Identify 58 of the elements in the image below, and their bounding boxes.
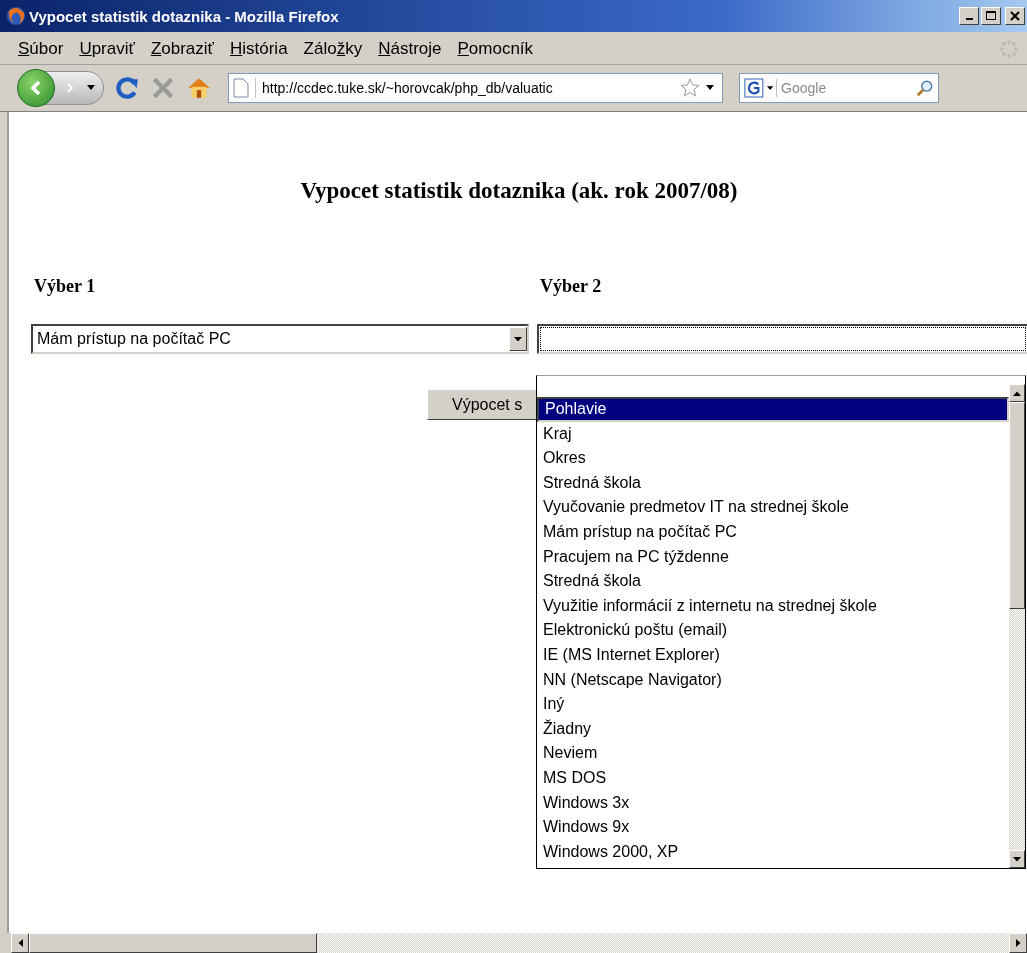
selection-label: Výber 1 bbox=[34, 276, 97, 298]
reload-icon[interactable] bbox=[114, 75, 140, 101]
dropdown-option[interactable]: Windows 9x bbox=[537, 815, 1009, 840]
menu-item[interactable]: Pomocník bbox=[449, 36, 542, 61]
dropdown-option[interactable]: Neviem bbox=[537, 741, 1009, 766]
back-button[interactable] bbox=[17, 69, 55, 107]
dropdown-option[interactable]: Iný bbox=[537, 692, 1009, 717]
address-field[interactable]: http://ccdec.tuke.sk/~horovcak/php_db/valuatic bbox=[228, 73, 723, 103]
dropdown-option[interactable]: Stredná škola bbox=[537, 569, 1009, 594]
menu-item[interactable]: Nástroje bbox=[370, 36, 450, 61]
dropdown-option[interactable]: Windows 3x bbox=[537, 790, 1009, 816]
search-icon[interactable] bbox=[916, 78, 934, 98]
caret-icon[interactable] bbox=[87, 85, 95, 91]
close-button[interactable] bbox=[1005, 7, 1025, 25]
down-arrow-icon[interactable] bbox=[1013, 856, 1021, 862]
select-field[interactable] bbox=[537, 324, 1027, 354]
minimize-button[interactable] bbox=[959, 7, 979, 25]
dropdown-option[interactable]: Elektronickú poštu (email) bbox=[537, 618, 1009, 643]
right-arrow-icon[interactable] bbox=[1015, 939, 1021, 947]
menu-item[interactable]: Súbor bbox=[10, 36, 72, 61]
dropdown-option[interactable]: Využitie informácií z internetu na strednej škole bbox=[537, 593, 1009, 619]
page-icon bbox=[233, 78, 256, 98]
dropdown-option[interactable]: NN (Netscape Navigator) bbox=[537, 667, 1009, 693]
dropdown-option[interactable]: Stredná škola bbox=[537, 470, 1009, 496]
dropdown-option[interactable]: MS DOS bbox=[537, 765, 1009, 791]
maximize-icon bbox=[985, 10, 997, 22]
dropdown-option[interactable]: Pracujem na PC týždenne bbox=[537, 544, 1009, 570]
select-field[interactable]: Mám prístup na počítač PC bbox=[31, 324, 529, 354]
close-icon bbox=[1009, 10, 1021, 22]
dropdown-option[interactable]: Windows 2000, XP bbox=[537, 839, 1009, 865]
caret-icon[interactable] bbox=[766, 85, 774, 91]
horizontal-scrollbar[interactable] bbox=[11, 933, 1027, 953]
dropdown-option[interactable]: IE (MS Internet Explorer) bbox=[537, 642, 1009, 668]
star-icon[interactable] bbox=[680, 78, 700, 98]
maximize-button[interactable] bbox=[981, 7, 1001, 25]
globe-icon bbox=[6, 6, 26, 26]
search-box[interactable]: Google bbox=[739, 73, 939, 103]
calculate-button[interactable]: Výpocet s bbox=[427, 389, 539, 420]
vertical-scrollbar[interactable] bbox=[1009, 384, 1025, 868]
selection-label: Výber 2 bbox=[540, 276, 603, 298]
menu-item[interactable]: Záložky bbox=[295, 36, 371, 61]
dropdown-option[interactable]: Pohlavie bbox=[537, 397, 1009, 422]
dropdown-option[interactable]: Žiadny bbox=[537, 716, 1009, 742]
dropdown-option[interactable]: Kraj bbox=[537, 421, 1009, 447]
dropdown-option[interactable]: Vyučovanie predmetov IT na strednej škole bbox=[537, 495, 1009, 520]
caret-icon[interactable] bbox=[706, 85, 714, 91]
dropdown-option[interactable]: Okres bbox=[537, 446, 1009, 471]
left-arrow-icon[interactable] bbox=[17, 939, 23, 947]
search-engine-icon[interactable] bbox=[744, 77, 764, 99]
minimize-icon bbox=[965, 18, 973, 20]
up-arrow-icon[interactable] bbox=[1013, 390, 1021, 396]
menu-item[interactable]: Upraviť bbox=[71, 36, 143, 61]
menu-item[interactable]: Zobraziť bbox=[142, 36, 222, 61]
caret-icon bbox=[514, 336, 522, 342]
page-heading: Vypocet statistik dotaznika (ak. rok 2007/08) bbox=[299, 178, 739, 204]
dropdown-option[interactable]: Mám prístup na počítač PC bbox=[537, 519, 1009, 545]
menu-item[interactable]: História bbox=[221, 36, 296, 61]
window-title: Vypocet statistik dotaznika - Mozilla Firefox bbox=[29, 7, 340, 25]
